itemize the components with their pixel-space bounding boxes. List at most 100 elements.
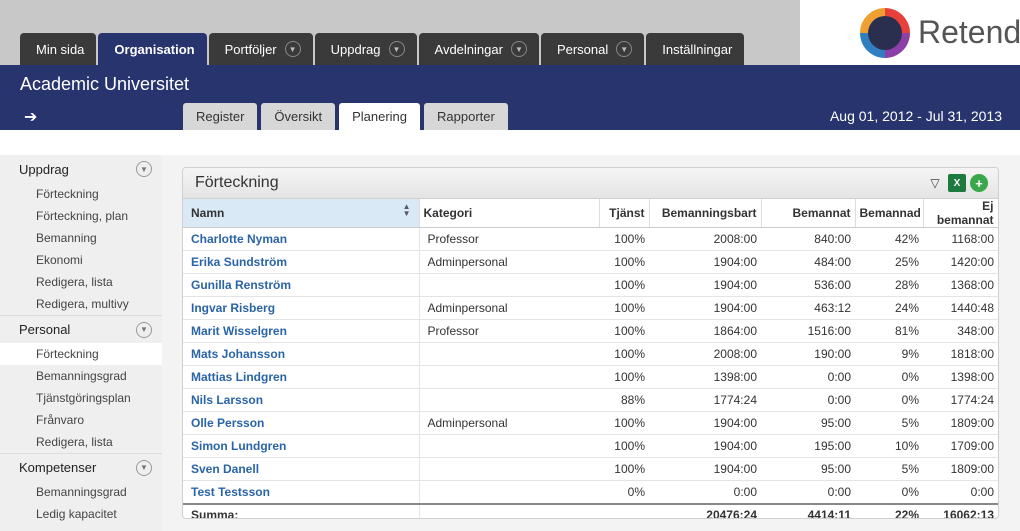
table-row[interactable]: Sven Danell 100% 1904:00 95:00 5% 1809:00 — [183, 457, 998, 481]
staff-name-link[interactable]: Sven Danell — [183, 457, 419, 481]
sort-icon[interactable]: ▲ ▼ — [403, 203, 411, 218]
sidebar-section-personal[interactable]: Personal ▼ — [0, 315, 162, 343]
sidebar-section-label: Kompetenser — [19, 460, 97, 475]
staff-table: Namn ▲ ▼ Kategori Tjänst Bemanningsbart Bemann… — [183, 199, 998, 518]
subtab-rapporter[interactable]: Rapporter — [424, 103, 508, 130]
table-cell: 100% — [599, 457, 649, 481]
staff-name-link[interactable]: Nils Larsson — [183, 388, 419, 412]
tab-min-sida[interactable]: Min sida — [20, 33, 97, 65]
column-header-bemannat[interactable]: Bemannat — [761, 199, 856, 228]
staff-name-link[interactable]: Marit Wisselgren — [183, 319, 419, 343]
sidebar-item-ekonomi[interactable]: Ekonomi — [0, 249, 162, 271]
table-row[interactable]: Ingvar Risberg Adminpersonal 100% 1904:00 46… — [183, 296, 998, 320]
sidebar-item-tjanstgoringsplan[interactable]: Tjänstgöringsplan — [0, 387, 162, 409]
sidebar-item-bemanningsgrad[interactable]: Bemanningsgrad — [0, 365, 162, 387]
column-header-bemannad[interactable]: Bemannad — [855, 199, 924, 228]
excel-export-icon[interactable]: X — [948, 174, 966, 192]
staff-name-link[interactable]: Ingvar Risberg — [183, 296, 419, 320]
table-row[interactable]: Gunilla Renström 100% 1904:00 536:00 28% 1368… — [183, 273, 998, 297]
sidebar-item-redigera-lista[interactable]: Redigera, lista — [0, 431, 162, 453]
column-header-tjanst[interactable]: Tjänst — [599, 199, 650, 228]
column-header-kategori[interactable]: Kategori — [419, 199, 600, 228]
logo-text: Retend — [918, 14, 1020, 50]
table-cell: 100% — [599, 250, 649, 274]
chevron-down-icon[interactable]: ▼ — [388, 41, 405, 57]
chevron-down-icon[interactable]: ▼ — [136, 161, 152, 177]
panel-toolbar: ▽ X + — [926, 174, 988, 192]
staff-name-link[interactable]: Test Testsson — [183, 480, 419, 504]
table-cell: 100% — [599, 365, 649, 389]
staff-name-link[interactable]: Erika Sundström — [183, 250, 419, 274]
staff-name-link[interactable]: Olle Persson — [183, 411, 419, 435]
tab-organisation[interactable]: Organisation — [98, 33, 207, 65]
tab-label: Inställningar — [662, 41, 733, 57]
column-header-namn[interactable]: Namn ▲ ▼ — [183, 199, 420, 228]
staff-name-link[interactable]: Simon Lundgren — [183, 434, 419, 458]
column-header-bemanningsbart[interactable]: Bemanningsbart — [649, 199, 762, 228]
sidebar-item-forteckning[interactable]: Förteckning — [0, 183, 162, 205]
table-cell: 1774:24 — [923, 388, 998, 412]
table-cell: 0:00 — [761, 388, 855, 412]
sidebar-item-redigera-lista[interactable]: Redigera, lista — [0, 271, 162, 293]
tab-personal[interactable]: Personal ▼ — [540, 33, 645, 65]
chevron-down-icon[interactable]: ▼ — [616, 41, 633, 57]
tab-avdelningar[interactable]: Avdelningar ▼ — [418, 33, 539, 65]
summary-bemanningsbart: 20476:24 — [649, 502, 761, 518]
sidebar-section-uppdrag[interactable]: Uppdrag ▼ — [0, 155, 162, 183]
table-row[interactable]: Erika Sundström Adminpersonal 100% 1904:00 4… — [183, 250, 998, 274]
sidebar: Uppdrag ▼ Förteckning Förteckning, plan Bema… — [0, 155, 162, 531]
table-cell — [418, 434, 599, 458]
staff-name-link[interactable]: Charlotte Nyman — [183, 227, 419, 251]
date-range[interactable]: Aug 01, 2012 - Jul 31, 2013 — [830, 108, 1002, 124]
table-row[interactable]: Test Testsson 0% 0:00 0:00 0% 0:00 — [183, 480, 998, 504]
subtab-oversikt[interactable]: Översikt — [261, 103, 336, 130]
subtab-planering[interactable]: Planering — [339, 103, 421, 130]
table-cell: 1904:00 — [649, 273, 761, 297]
tab-label: Uppdrag — [330, 41, 381, 57]
subtab-register[interactable]: Register — [183, 103, 258, 130]
sidebar-item-bemanningsgrad[interactable]: Bemanningsgrad — [0, 481, 162, 503]
staff-name-link[interactable]: Mattias Lindgren — [183, 365, 419, 389]
staff-name-link[interactable]: Mats Johansson — [183, 342, 419, 366]
chevron-down-icon[interactable]: ▼ — [136, 321, 152, 338]
sidebar-item-franvaro[interactable]: Frånvaro — [0, 409, 162, 431]
sidebar-item-forteckning[interactable]: Förteckning — [0, 343, 162, 365]
table-cell: 95:00 — [761, 411, 855, 435]
chevron-down-icon[interactable]: ▼ — [510, 41, 527, 57]
tab-label: Min sida — [36, 41, 85, 57]
sidebar-item-forteckning-plan[interactable]: Förteckning, plan — [0, 205, 162, 227]
filter-icon[interactable]: ▽ — [926, 174, 944, 192]
summary-row: Summa: 20476:24 4414:11 22% 16062:13 — [183, 502, 998, 518]
table-row[interactable]: Mattias Lindgren 100% 1398:00 0:00 0% 1398:00 — [183, 365, 998, 389]
table-row[interactable]: Olle Persson Adminpersonal 100% 1904:00 95:0… — [183, 411, 998, 435]
logo-icon-center — [868, 16, 902, 50]
table-cell — [599, 502, 649, 518]
table-row[interactable]: Marit Wisselgren Professor 100% 1864:00 1516… — [183, 319, 998, 343]
panel-title: Förteckning — [195, 174, 279, 191]
table-cell: 348:00 — [923, 319, 998, 343]
table-cell: 1168:00 — [923, 227, 998, 251]
table-row[interactable]: Nils Larsson 88% 1774:24 0:00 0% 1774:24 — [183, 388, 998, 412]
table-row[interactable]: Simon Lundgren 100% 1904:00 195:00 10% 1709:0… — [183, 434, 998, 458]
sidebar-section-kompetenser[interactable]: Kompetenser ▼ — [0, 453, 162, 481]
table-cell: 100% — [599, 434, 649, 458]
table-cell: 1904:00 — [649, 250, 761, 274]
tab-portfoljer[interactable]: Portföljer ▼ — [208, 33, 313, 65]
table-cell: 195:00 — [761, 434, 855, 458]
sidebar-item-bemanning[interactable]: Bemanning — [0, 227, 162, 249]
table-cell: 0% — [855, 480, 923, 504]
chevron-down-icon[interactable]: ▼ — [136, 459, 152, 476]
table-row[interactable]: Mats Johansson 100% 2008:00 190:00 9% 1818:00 — [183, 342, 998, 366]
table-cell — [418, 388, 599, 412]
tab-installningar[interactable]: Inställningar — [646, 33, 745, 65]
table-row[interactable]: Charlotte Nyman Professor 100% 2008:00 840:0… — [183, 227, 998, 251]
back-arrow-icon[interactable]: ➔ — [24, 107, 37, 127]
table-cell: 0:00 — [649, 480, 761, 504]
staff-name-link[interactable]: Gunilla Renström — [183, 273, 419, 297]
column-header-ej-bemannat[interactable]: Ej bemannat — [923, 199, 998, 228]
sidebar-item-redigera-multivy[interactable]: Redigera, multivy — [0, 293, 162, 315]
tab-uppdrag[interactable]: Uppdrag ▼ — [314, 33, 417, 65]
sidebar-item-ledig-kapacitet[interactable]: Ledig kapacitet — [0, 503, 162, 525]
chevron-down-icon[interactable]: ▼ — [284, 41, 301, 57]
add-icon[interactable]: + — [970, 174, 988, 192]
